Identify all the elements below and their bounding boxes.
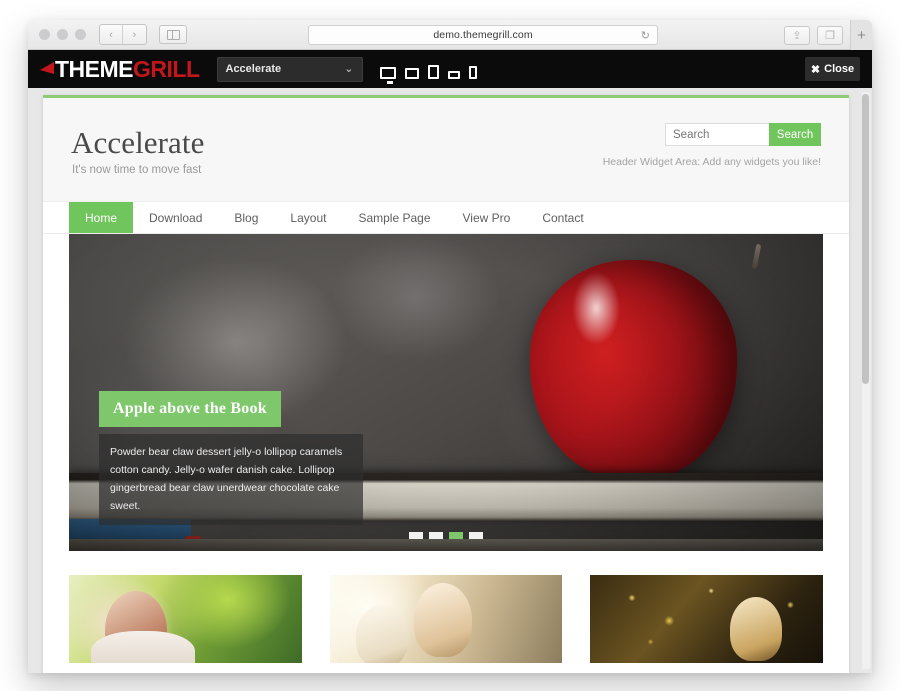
- nav-item-sample-page[interactable]: Sample Page: [342, 202, 446, 233]
- chevron-down-icon: ⌄: [344, 62, 354, 75]
- feature-image-3[interactable]: [590, 575, 824, 663]
- flame-icon: [40, 62, 54, 76]
- slider-pager-dot-1[interactable]: [409, 532, 423, 539]
- feature-image-row: [69, 575, 824, 663]
- tablet-portrait-icon[interactable]: [427, 65, 439, 79]
- theme-select-value: Accelerate: [225, 63, 282, 75]
- close-button[interactable]: ✖ Close: [805, 57, 860, 81]
- preview-area: Accelerate It's now time to move fast Se…: [28, 88, 872, 673]
- slide-caption-title: Apple above the Book: [99, 391, 281, 427]
- slide-caption: Apple above the Book Powder bear claw de…: [99, 391, 363, 526]
- hero-slider[interactable]: Apple above the Book Powder bear claw de…: [69, 234, 823, 551]
- theme-select-dropdown[interactable]: Accelerate ⌄: [216, 56, 363, 82]
- nav-item-view-pro[interactable]: View Pro: [447, 202, 527, 233]
- close-icon: ✖: [810, 63, 821, 76]
- reload-icon[interactable]: ↻: [641, 29, 650, 42]
- slide-caption-body: Powder bear claw dessert jelly-o lollipo…: [99, 434, 363, 526]
- slider-pagination: [409, 532, 483, 539]
- window-minimize-button[interactable]: [57, 29, 68, 40]
- slider-pager-dot-3[interactable]: [449, 532, 463, 539]
- tablet-landscape-icon[interactable]: [447, 71, 460, 79]
- site-tagline: It's now time to move fast: [72, 164, 202, 176]
- preview-scrollbar[interactable]: [862, 92, 870, 669]
- logo-theme-part: THEME: [55, 55, 134, 82]
- sidebar-toggle-button[interactable]: [159, 25, 187, 44]
- desktop-icon[interactable]: [379, 67, 396, 84]
- primary-navigation: Home Download Blog Layout Sample Page Vi…: [43, 202, 849, 234]
- page-title: Accelerate: [71, 125, 205, 160]
- close-button-label: Close: [824, 63, 855, 75]
- customizer-toolbar: THEMEGRILL Accelerate ⌄ ✖ Close: [28, 50, 872, 88]
- search-form: Search: [665, 123, 821, 146]
- header-widget-area-note: Header Widget Area: Add any widgets you …: [602, 156, 821, 168]
- traffic-lights: [28, 29, 86, 40]
- navigation-buttons: ‹ ›: [99, 24, 147, 45]
- device-preview-icons: [379, 59, 477, 84]
- browser-toolbar: ‹ › demo.themegrill.com ↻ ⇪ ❐ +: [28, 20, 872, 50]
- slider-pager-dot-2[interactable]: [429, 532, 443, 539]
- tabs-overview-icon[interactable]: ❐: [817, 25, 843, 45]
- phone-icon[interactable]: [468, 66, 477, 79]
- search-input[interactable]: [665, 123, 769, 146]
- url-text: demo.themegrill.com: [433, 29, 533, 41]
- laptop-icon[interactable]: [404, 68, 419, 79]
- nav-item-contact[interactable]: Contact: [526, 202, 599, 233]
- window-close-button[interactable]: [39, 29, 50, 40]
- window-maximize-button[interactable]: [75, 29, 86, 40]
- nav-item-home[interactable]: Home: [69, 202, 134, 233]
- site-header: Accelerate It's now time to move fast Se…: [43, 98, 849, 202]
- feature-image-2[interactable]: [329, 575, 563, 663]
- share-icon[interactable]: ⇪: [784, 25, 810, 45]
- toolbar-right-group: ⇪ ❐ +: [784, 20, 872, 50]
- nav-item-download[interactable]: Download: [133, 202, 218, 233]
- themegrill-logo[interactable]: THEMEGRILL: [40, 55, 200, 82]
- back-button[interactable]: ‹: [100, 25, 123, 44]
- logo-grill-part: GRILL: [133, 55, 200, 82]
- search-button[interactable]: Search: [769, 123, 821, 146]
- forward-button[interactable]: ›: [123, 25, 146, 44]
- sidebar-icon: [166, 29, 180, 40]
- site-preview-frame: Accelerate It's now time to move fast Se…: [43, 95, 849, 673]
- new-tab-button[interactable]: +: [850, 20, 872, 50]
- slider-pager-dot-4[interactable]: [469, 532, 483, 539]
- nav-item-blog[interactable]: Blog: [218, 202, 274, 233]
- nav-item-layout[interactable]: Layout: [274, 202, 342, 233]
- preview-scrollbar-thumb[interactable]: [862, 94, 869, 384]
- feature-image-1[interactable]: [69, 575, 302, 663]
- address-bar[interactable]: demo.themegrill.com ↻: [308, 25, 658, 45]
- browser-window: ‹ › demo.themegrill.com ↻ ⇪ ❐ + THEMEGRI…: [28, 20, 872, 673]
- logo-text: THEMEGRILL: [55, 55, 200, 82]
